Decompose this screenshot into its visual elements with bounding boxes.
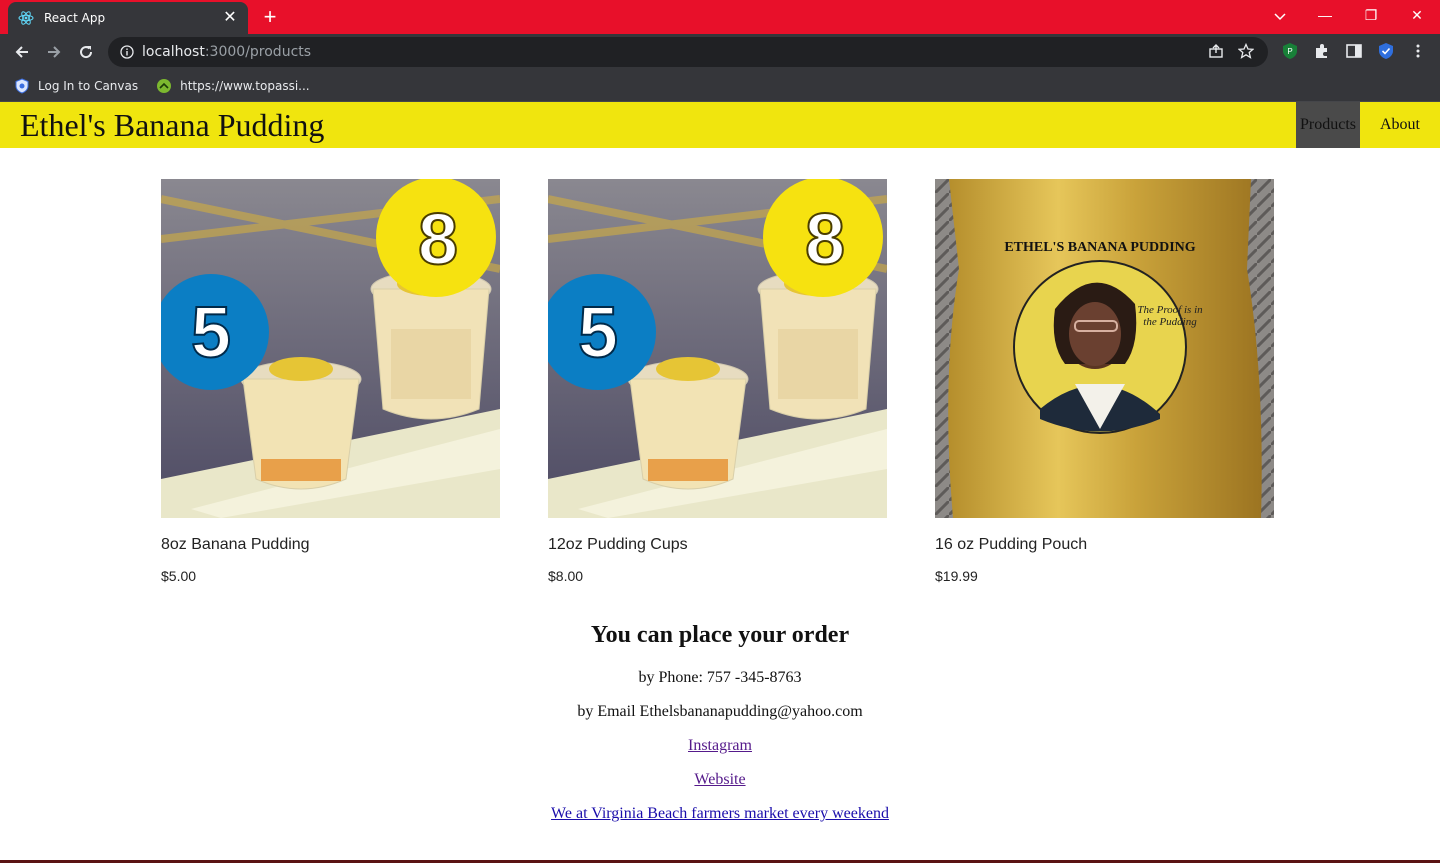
restore-icon[interactable]: ❐ <box>1348 0 1394 30</box>
product-price: $5.00 <box>161 568 197 584</box>
pouch-label-tagline: The Proof is in the Pudding <box>1137 304 1203 328</box>
product-image[interactable]: ETHEL'S BANANA PUDDING The Proof is in t… <box>935 179 1274 518</box>
minimize-icon[interactable]: — <box>1302 0 1348 30</box>
browser-toolbar: localhost:3000/products P <box>0 34 1440 70</box>
farmers-market-link[interactable]: We at Virginia Beach farmers market ever… <box>551 805 889 822</box>
browser-tabstrip: React App ✕ + — ❐ ✕ <box>0 0 1440 34</box>
order-heading: You can place your order <box>590 622 850 648</box>
pouch-label-title: ETHEL'S BANANA PUDDING <box>1004 240 1195 255</box>
product-price: $8.00 <box>548 568 584 584</box>
extension-p-icon[interactable]: P <box>1281 42 1299 60</box>
bookmark-label: Log In to Canvas <box>38 78 139 93</box>
new-tab-icon[interactable]: + <box>258 6 282 30</box>
size-badge-8: 8 <box>805 200 845 280</box>
svg-text:P: P <box>1287 47 1292 56</box>
size-badge-5: 5 <box>191 293 231 373</box>
instagram-link[interactable]: Instagram <box>688 737 752 754</box>
product-image[interactable]: 8 5 <box>548 179 887 518</box>
bitwarden-shield-icon[interactable] <box>1377 42 1395 60</box>
side-panel-icon[interactable] <box>1345 42 1363 60</box>
canvas-shield-icon <box>15 77 29 94</box>
forward-icon[interactable] <box>42 40 66 64</box>
product-card[interactable]: ETHEL'S BANANA PUDDING The Proof is in t… <box>935 179 1274 584</box>
site-nav: Products About <box>1296 102 1440 148</box>
nav-about-link[interactable]: About <box>1360 102 1440 148</box>
tab-title: React App <box>44 11 106 25</box>
window-controls: — ❐ ✕ <box>1302 0 1440 34</box>
product-card[interactable]: 8 5 12oz Pudding Cups $8.00 <box>548 179 887 584</box>
website-link[interactable]: Website <box>694 771 745 788</box>
share-icon[interactable] <box>1208 43 1224 59</box>
order-email: by Email Ethelsbananapudding@yahoo.com <box>577 703 863 720</box>
product-image[interactable]: 8 5 <box>161 179 500 518</box>
product-grid: 8 5 8oz Banana Pudding $5.00 8 5 12oz Pu… <box>161 179 1274 599</box>
back-icon[interactable] <box>10 40 34 64</box>
react-icon <box>18 11 34 25</box>
bookmark-label: https://www.topassi... <box>180 78 310 93</box>
kebab-menu-icon[interactable] <box>1409 42 1427 60</box>
size-badge-5: 5 <box>578 293 618 373</box>
url-path: :3000/products <box>204 44 312 60</box>
bookmarks-bar: Log In to Canvas https://www.topassi... <box>0 70 1440 102</box>
url-host: localhost <box>142 44 205 60</box>
order-info: You can place your order by Phone: 757 -… <box>0 622 1440 839</box>
order-phone: by Phone: 757 -345-8763 <box>638 669 802 686</box>
product-name[interactable]: 16 oz Pudding Pouch <box>935 536 1274 554</box>
bookmark-topassi[interactable]: https://www.topassi... <box>156 78 310 94</box>
browser-tab[interactable]: React App ✕ <box>8 2 248 34</box>
bookmark-canvas[interactable]: Log In to Canvas <box>14 77 139 94</box>
reload-icon[interactable] <box>74 40 98 64</box>
product-price: $19.99 <box>935 568 978 584</box>
product-card[interactable]: 8 5 8oz Banana Pudding $5.00 <box>161 179 500 584</box>
info-icon[interactable] <box>120 45 134 59</box>
nav-products-link[interactable]: Products <box>1296 102 1360 148</box>
close-window-icon[interactable]: ✕ <box>1394 0 1440 30</box>
site-title[interactable]: Ethel's Banana Pudding <box>20 107 324 144</box>
site-header: Ethel's Banana Pudding Products About <box>0 102 1440 148</box>
address-bar[interactable]: localhost:3000/products <box>108 37 1268 67</box>
product-name[interactable]: 12oz Pudding Cups <box>548 536 887 554</box>
site-favicon-icon <box>157 78 172 93</box>
size-badge-8: 8 <box>418 200 458 280</box>
close-tab-icon[interactable]: ✕ <box>222 10 238 26</box>
chevron-down-icon[interactable] <box>1270 6 1290 26</box>
star-icon[interactable] <box>1238 43 1254 59</box>
product-name[interactable]: 8oz Banana Pudding <box>161 536 500 554</box>
puzzle-icon[interactable] <box>1313 42 1331 60</box>
